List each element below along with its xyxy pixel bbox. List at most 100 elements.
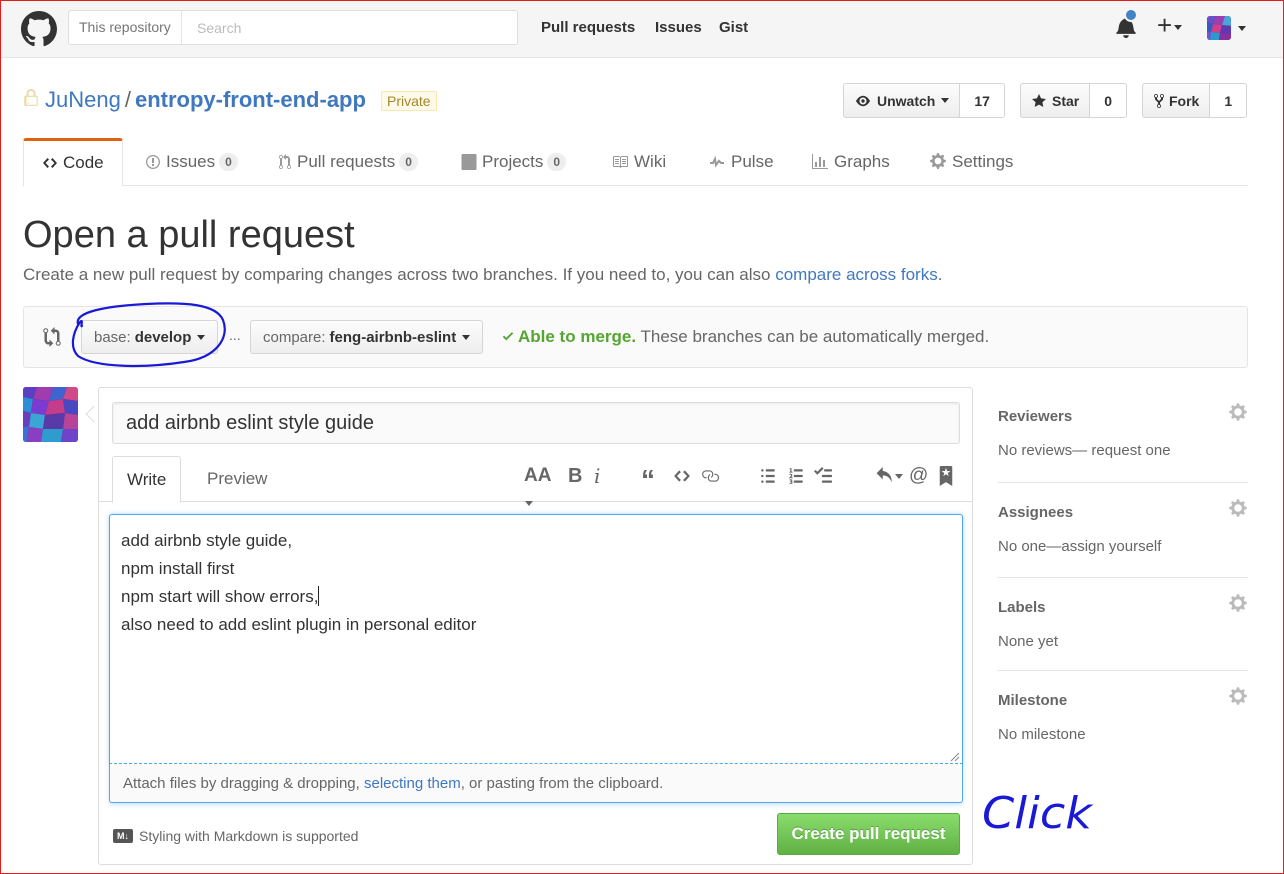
create-pull-request-button[interactable]: Create pull request — [777, 813, 960, 855]
base-branch-select[interactable]: base: develop — [81, 320, 219, 354]
page-description-text: Create a new pull request by comparing c… — [23, 265, 776, 284]
italic-icon[interactable]: i — [594, 462, 600, 490]
compare-label: compare: — [263, 328, 326, 346]
compare-across-forks-link[interactable]: compare across forks — [775, 265, 938, 284]
page-description: Create a new pull request by comparing c… — [23, 265, 942, 285]
merge-status-label: Able to merge. — [518, 327, 637, 346]
tab-graphs[interactable]: Graphs — [811, 138, 890, 186]
nav-pull-requests[interactable]: Pull requests — [541, 19, 635, 36]
text-cursor — [318, 586, 320, 606]
tab-write[interactable]: Write — [112, 456, 182, 503]
tab-pulse[interactable]: Pulse — [708, 138, 774, 186]
sidebar-divider — [998, 482, 1248, 483]
page-description-end: . — [937, 265, 943, 284]
gear-icon[interactable] — [1228, 498, 1248, 518]
search-input[interactable] — [189, 12, 509, 43]
select-files-link[interactable]: selecting them — [364, 775, 461, 792]
nav-gist[interactable]: Gist — [719, 19, 748, 36]
avatar[interactable] — [1207, 16, 1231, 40]
search-box[interactable]: This repository — [68, 10, 518, 45]
gear-icon[interactable] — [1228, 402, 1248, 422]
pull-request-form: Write Preview AA B i “ @ add airbnb styl… — [98, 387, 973, 865]
repo-owner-link[interactable]: JuNeng — [45, 87, 121, 112]
sidebar-assignees[interactable]: Assignees No one—assign yourself — [998, 499, 1248, 555]
lock-icon — [24, 89, 38, 106]
sidebar-milestone[interactable]: Milestone No milestone — [998, 687, 1248, 743]
repo-name-link[interactable]: entropy-front-end-app — [135, 87, 366, 112]
ordered-list-icon[interactable] — [787, 467, 805, 485]
mention-icon[interactable]: @ — [909, 462, 928, 490]
compare-branch-select[interactable]: compare: feng-airbnb-eslint — [250, 320, 484, 354]
header-text-icon[interactable]: AA — [524, 462, 551, 518]
tab-wiki[interactable]: Wiki — [611, 138, 666, 186]
body-line: add airbnb style guide, — [121, 531, 293, 550]
fork-count[interactable]: 1 — [1210, 83, 1248, 118]
pr-title-input[interactable] — [112, 402, 960, 444]
eye-icon — [856, 95, 870, 106]
plus-icon[interactable]: + — [1157, 12, 1183, 38]
quote-icon[interactable]: “ — [641, 462, 655, 498]
book-icon — [613, 156, 628, 168]
tab-issues[interactable]: Issues 0 — [145, 138, 238, 186]
repo-separator: / — [124, 87, 131, 112]
tab-graphs-label: Graphs — [834, 152, 890, 171]
reply-icon[interactable] — [875, 467, 895, 485]
fork-button[interactable]: Fork — [1142, 83, 1211, 118]
avatar[interactable] — [23, 387, 78, 442]
watch-count[interactable]: 17 — [960, 83, 1005, 118]
tab-pull-requests[interactable]: Pull requests 0 — [278, 138, 418, 186]
star-icon — [1032, 93, 1046, 107]
assignees-heading: Assignees — [998, 504, 1074, 521]
unwatch-label: Unwatch — [877, 92, 936, 109]
gear-icon — [930, 153, 946, 169]
sidebar-divider — [998, 577, 1248, 578]
base-branch-value: develop — [134, 328, 192, 346]
issues-count-badge: 0 — [219, 153, 238, 171]
bookmark-icon[interactable] — [939, 466, 953, 486]
pulse-icon — [710, 155, 724, 168]
tab-projects-label: Projects — [482, 152, 544, 171]
assignees-value: No one—assign yourself — [998, 538, 1162, 555]
star-button[interactable]: Star — [1020, 83, 1091, 118]
avatar-dropdown-caret[interactable] — [1238, 26, 1246, 31]
tab-settings[interactable]: Settings — [929, 138, 1013, 186]
body-line-text: npm start will show errors, — [121, 587, 319, 606]
file-attach-area[interactable]: Attach files by dragging & dropping, sel… — [109, 763, 963, 803]
compare-icon[interactable] — [43, 327, 61, 347]
pr-body-textarea[interactable]: add airbnb style guide, npm install firs… — [109, 514, 963, 764]
tab-pulse-label: Pulse — [731, 152, 774, 171]
sidebar-labels[interactable]: Labels None yet — [998, 594, 1248, 650]
projects-count-badge: 0 — [547, 153, 567, 171]
repo-tabs: Code Issues 0 Pull requests 0 Projects 0 Wi… — [23, 138, 1248, 187]
link-icon[interactable] — [700, 467, 720, 485]
sidebar-reviewers[interactable]: Reviewers No reviews— request one — [998, 403, 1248, 459]
markdown-note[interactable]: M↓ Styling with Markdown is supported — [113, 828, 358, 844]
task-list-icon[interactable] — [813, 467, 833, 485]
gear-icon[interactable] — [1228, 593, 1248, 613]
unordered-list-icon[interactable] — [759, 467, 777, 485]
tab-preview[interactable]: Preview — [193, 456, 281, 502]
global-header: This repository Pull requests Issues Gis… — [0, 0, 1284, 58]
unwatch-button[interactable]: Unwatch — [843, 83, 961, 118]
merge-status: Able to merge. These branches can be aut… — [501, 327, 989, 347]
nav-issues[interactable]: Issues — [655, 19, 702, 36]
labels-heading: Labels — [998, 599, 1046, 616]
code-icon[interactable] — [672, 467, 692, 485]
fork-label: Fork — [1169, 92, 1200, 109]
tab-code[interactable]: Code — [23, 138, 123, 187]
tab-code-label: Code — [63, 153, 104, 172]
tab-projects[interactable]: Projects 0 — [461, 138, 567, 186]
base-label: base: — [94, 328, 131, 346]
milestone-heading: Milestone — [998, 692, 1068, 709]
fork-button-group: Fork 1 — [1142, 83, 1248, 118]
check-icon — [502, 332, 514, 341]
reply-dropdown-caret[interactable] — [895, 474, 903, 479]
pulls-count-badge: 0 — [399, 153, 418, 171]
star-label: Star — [1052, 92, 1080, 109]
watch-button-group: Unwatch 17 — [843, 83, 1005, 118]
gear-icon[interactable] — [1228, 686, 1248, 706]
resize-handle-icon[interactable] — [950, 752, 960, 762]
github-logo-icon[interactable] — [21, 11, 57, 47]
star-count[interactable]: 0 — [1090, 83, 1128, 118]
bold-icon[interactable]: B — [568, 462, 582, 490]
